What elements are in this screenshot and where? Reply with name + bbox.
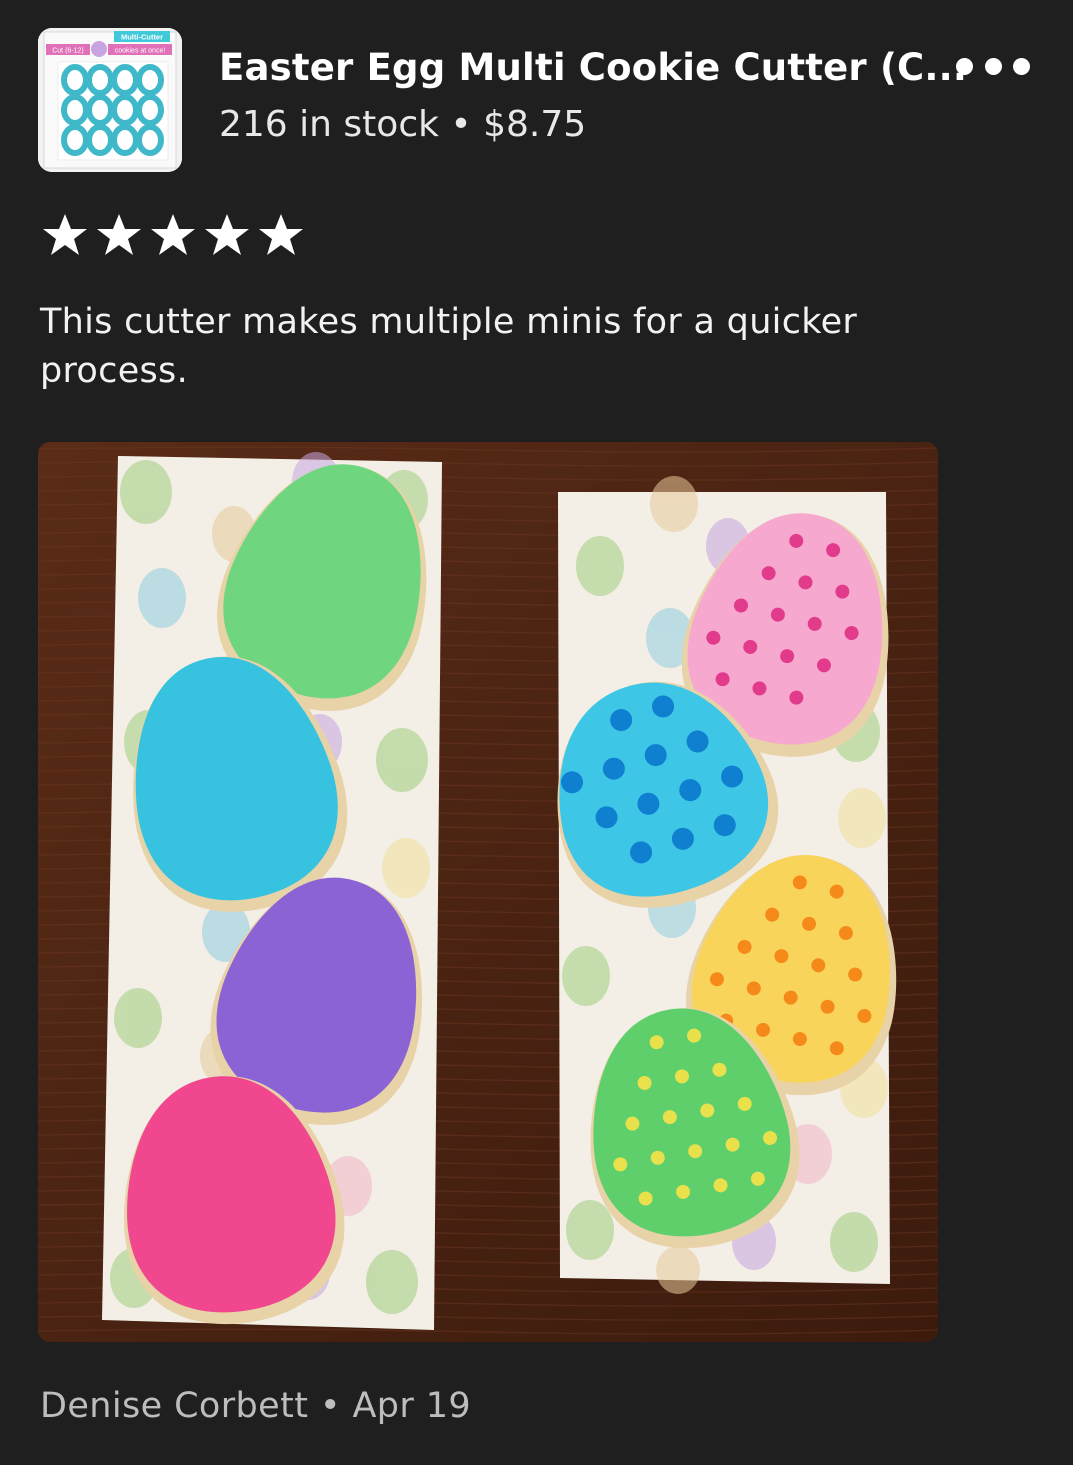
review-date: Apr 19: [352, 1386, 472, 1426]
review-author[interactable]: Denise Corbett: [40, 1386, 308, 1426]
review-photo[interactable]: [38, 442, 938, 1342]
star-icon: [43, 214, 87, 255]
meta-separator: •: [450, 104, 472, 145]
cookie-cutter-image: Multi-Cutter Cut (6-12) cookies at once!: [38, 28, 182, 172]
star-icon: [97, 214, 141, 255]
star-rating: [40, 210, 310, 262]
more-horizontal-icon: [956, 57, 973, 75]
cookies-photo: [38, 442, 938, 1342]
product-meta: 216 in stock • $8.75: [219, 104, 586, 145]
star-icon: [259, 214, 303, 255]
product-price: $8.75: [483, 104, 587, 145]
review-footer: Denise Corbett • Apr 19: [40, 1386, 471, 1426]
thumb-banner-left: Cut (6-12): [52, 48, 84, 55]
more-options-button[interactable]: [956, 46, 1030, 86]
footer-separator: •: [319, 1386, 341, 1426]
star-icon: [151, 214, 195, 255]
product-title[interactable]: Easter Egg Multi Cookie Cutter (C...: [219, 46, 967, 89]
more-horizontal-icon: [1013, 57, 1030, 75]
product-thumbnail[interactable]: Multi-Cutter Cut (6-12) cookies at once!: [38, 28, 182, 172]
star-icon: [205, 214, 249, 255]
thumb-banner-top: Multi-Cutter: [121, 33, 163, 42]
more-horizontal-icon: [984, 57, 1002, 75]
thumb-banner-right: cookies at once!: [115, 48, 166, 55]
review-text: This cutter makes multiple minis for a q…: [40, 302, 858, 391]
stock-count: 216 in stock: [219, 104, 439, 145]
